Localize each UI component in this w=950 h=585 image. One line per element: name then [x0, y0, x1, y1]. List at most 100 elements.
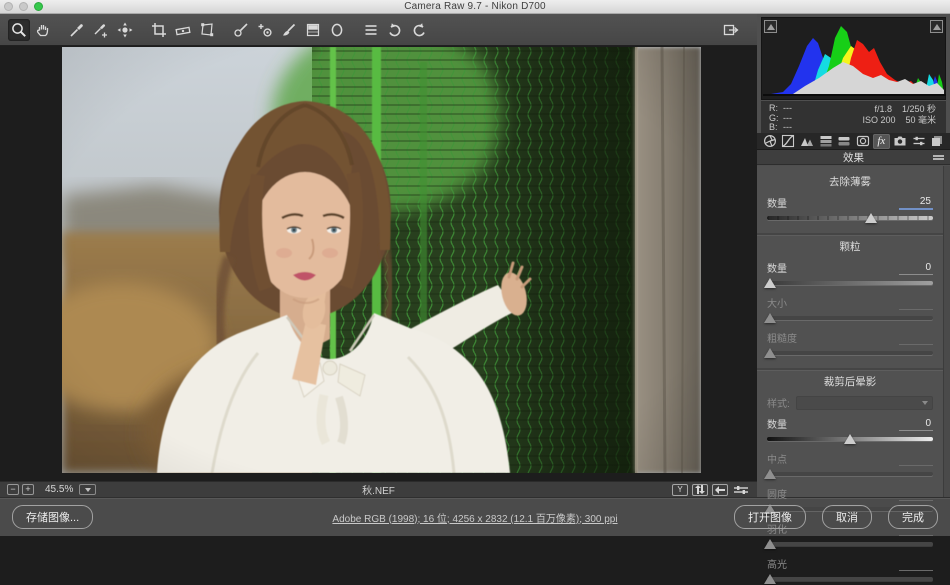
tab-split-toning[interactable]	[835, 134, 853, 149]
zoom-window-button[interactable]	[34, 2, 43, 11]
dehaze-amount-label: 数量	[767, 195, 787, 210]
histogram	[761, 17, 946, 100]
radial-filter-tool-icon[interactable]	[326, 19, 348, 41]
titlebar: Camera Raw 9.7 - Nikon D700	[0, 0, 950, 14]
iso-value: ISO 200	[862, 115, 895, 125]
vignette-style-dropdown	[796, 396, 933, 410]
rotate-left-icon[interactable]	[384, 19, 406, 41]
grain-roughness-slider	[767, 347, 933, 359]
histogram-plot	[763, 18, 946, 98]
photo-preview[interactable]	[62, 47, 701, 473]
tab-tone-curve[interactable]	[780, 134, 798, 149]
shadow-clipping-indicator[interactable]	[764, 20, 777, 33]
panel-scrollbar[interactable]	[943, 166, 950, 497]
panel-title: 效果	[843, 150, 864, 165]
aperture-value: f/1.8	[874, 104, 892, 114]
tab-detail[interactable]	[798, 134, 816, 149]
exif-info: R:--- G:--- B:--- f/1.81/250 秒 ISO 20050…	[761, 101, 946, 133]
preview-statusbar: − + 45.5% 秋.NEF Y	[0, 481, 757, 497]
zoom-level-value: 45.5%	[45, 484, 73, 495]
save-image-button[interactable]: 存储图像...	[12, 505, 93, 529]
chevron-down-icon	[922, 401, 928, 405]
effects-panel: 去除薄雾 数量 25 颗粒 数量 0 大小 粗糙度	[757, 166, 943, 497]
vignette-roundness-value	[899, 499, 933, 501]
close-window-button	[4, 2, 13, 11]
g-value: ---	[783, 113, 792, 123]
panel-menu-icon[interactable]	[933, 155, 944, 157]
vignette-midpoint-value	[899, 464, 933, 466]
before-after-toggle-button[interactable]: Y	[672, 484, 688, 496]
vignette-midpoint-slider	[767, 468, 933, 480]
zoom-level-dropdown[interactable]	[79, 484, 96, 495]
tab-snapshots[interactable]	[928, 134, 946, 149]
copy-settings-button[interactable]	[712, 484, 728, 496]
white-balance-tool-icon[interactable]	[66, 19, 88, 41]
preferences-icon[interactable]	[360, 19, 382, 41]
tab-camera-calibration[interactable]	[891, 134, 909, 149]
vignette-feather-slider	[767, 538, 933, 550]
dehaze-amount-value[interactable]: 25	[899, 196, 933, 210]
preview-preferences-icon[interactable]	[732, 484, 750, 496]
highlight-clipping-indicator[interactable]	[930, 20, 943, 33]
transform-tool-icon[interactable]	[196, 19, 218, 41]
targeted-adjustment-tool-icon[interactable]	[114, 19, 136, 41]
open-image-button[interactable]: 打开图像	[734, 505, 806, 529]
vignette-amount-slider[interactable]	[767, 433, 933, 445]
grain-size-value	[899, 308, 933, 310]
vignette-amount-label: 数量	[767, 416, 787, 431]
cancel-button[interactable]: 取消	[822, 505, 872, 529]
panel-header: 效果	[757, 150, 950, 165]
graduated-filter-tool-icon[interactable]	[302, 19, 324, 41]
rotate-right-icon[interactable]	[408, 19, 430, 41]
dehaze-section-title: 去除薄雾	[767, 174, 933, 189]
b-value: ---	[783, 122, 792, 132]
grain-size-slider	[767, 312, 933, 324]
hand-tool-icon[interactable]	[32, 19, 54, 41]
tab-presets[interactable]	[910, 134, 928, 149]
red-eye-tool-icon[interactable]	[254, 19, 276, 41]
grain-amount-value[interactable]: 0	[899, 262, 933, 275]
tab-hsl-grayscale[interactable]	[817, 134, 835, 149]
tab-effects[interactable]: fx	[873, 134, 891, 149]
filename-label: 秋.NEF	[0, 482, 757, 497]
crop-tool-icon[interactable]	[148, 19, 170, 41]
vignette-style-label: 样式:	[767, 395, 790, 410]
camera-raw-window: Camera Raw 9.7 - Nikon D700	[0, 0, 950, 536]
b-label: B:	[769, 123, 783, 133]
toggle-fullscreen-icon[interactable]	[720, 19, 742, 41]
chevron-down-icon	[85, 488, 91, 492]
grain-amount-slider[interactable]	[767, 277, 933, 289]
tab-lens-corrections[interactable]	[854, 134, 872, 149]
done-button[interactable]: 完成	[888, 505, 938, 529]
preview-canvas[interactable]	[0, 46, 757, 481]
zoom-in-button[interactable]: +	[22, 484, 34, 495]
grain-roughness-value	[899, 343, 933, 345]
dehaze-amount-slider[interactable]	[767, 212, 933, 224]
focal-length-value: 50 毫米	[905, 115, 936, 125]
vignette-highlights-slider	[767, 573, 933, 585]
vignette-roundness-label: 圆度	[767, 486, 787, 501]
zoom-tool-icon[interactable]	[8, 19, 30, 41]
grain-size-label: 大小	[767, 295, 787, 310]
adjustment-brush-tool-icon[interactable]	[278, 19, 300, 41]
vignette-amount-value[interactable]: 0	[899, 418, 933, 431]
grain-roughness-label: 粗糙度	[767, 330, 797, 345]
panel-tabstrip: fx	[757, 133, 950, 150]
vignette-section-title: 裁剪后晕影	[767, 374, 933, 389]
zoom-out-button[interactable]: −	[7, 484, 19, 495]
straighten-tool-icon[interactable]	[172, 19, 194, 41]
tab-basic[interactable]	[761, 134, 779, 149]
vignette-highlights-value	[899, 569, 933, 571]
shutter-value: 1/250 秒	[902, 104, 936, 114]
vignette-midpoint-label: 中点	[767, 451, 787, 466]
r-value: ---	[783, 103, 792, 113]
color-sampler-tool-icon[interactable]	[90, 19, 112, 41]
traffic-lights	[4, 2, 43, 11]
swap-before-after-button[interactable]	[692, 484, 708, 496]
grain-amount-label: 数量	[767, 260, 787, 275]
grain-section-title: 颗粒	[767, 239, 933, 254]
vignette-highlights-label: 高光	[767, 556, 787, 571]
spot-removal-tool-icon[interactable]	[230, 19, 252, 41]
section-divider	[757, 368, 943, 370]
window-title: Camera Raw 9.7 - Nikon D700	[404, 1, 546, 12]
